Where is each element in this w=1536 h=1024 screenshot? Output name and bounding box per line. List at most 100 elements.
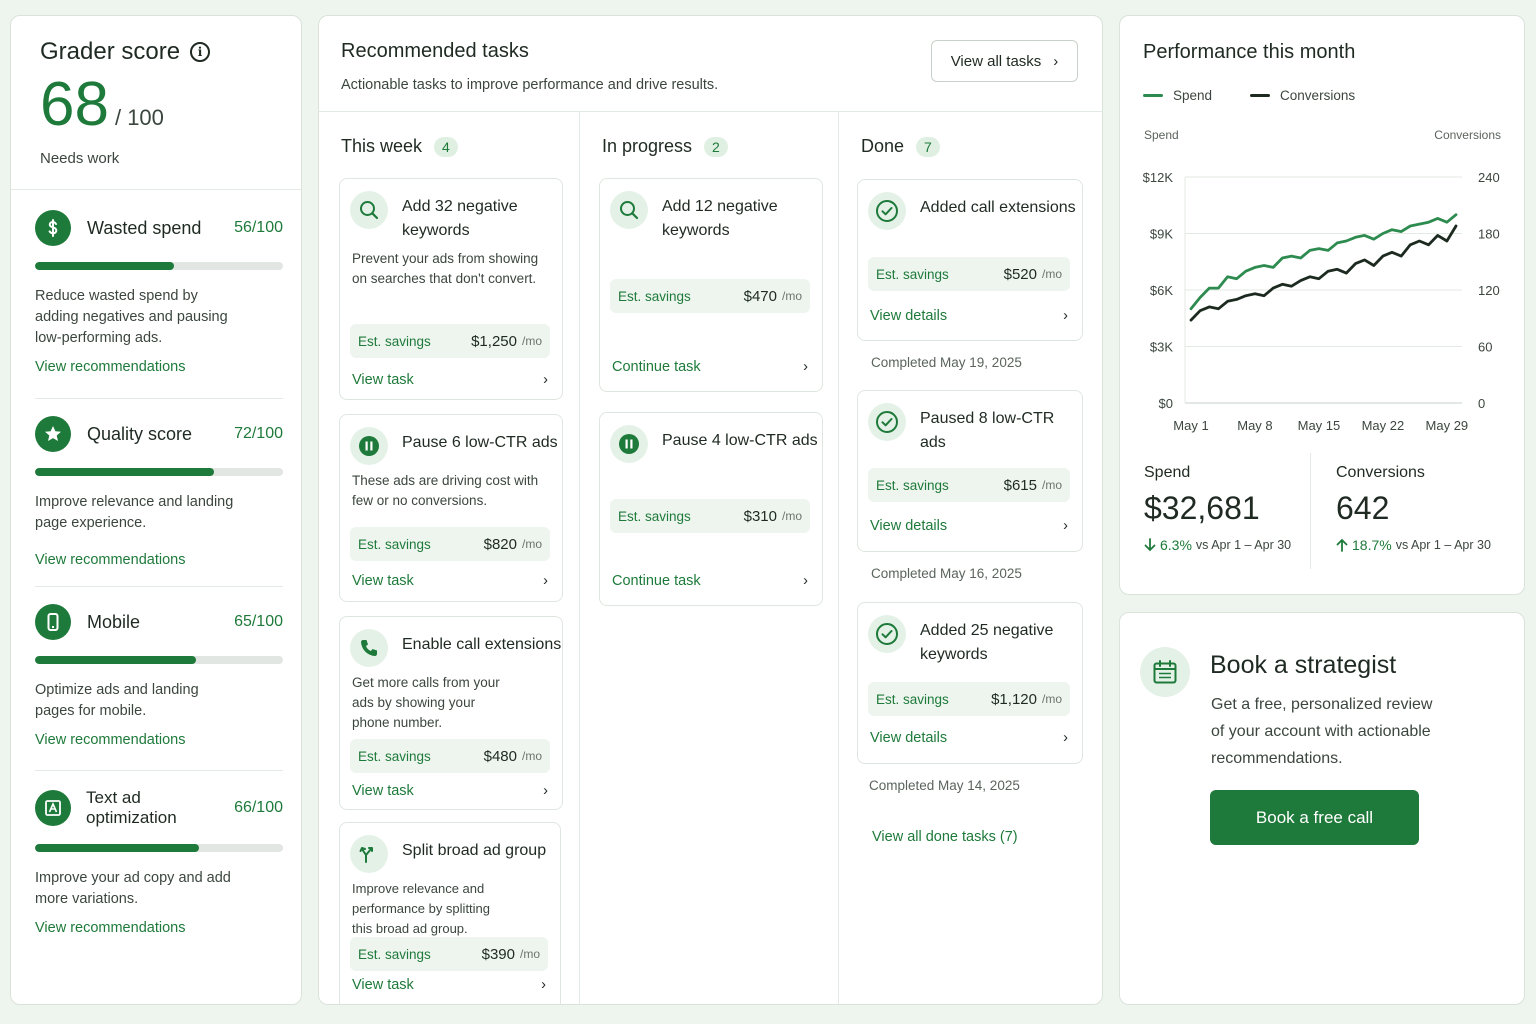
savings-unit: /mo <box>781 289 802 303</box>
chevron-right-icon: › <box>803 573 808 589</box>
task-title: Added call extensions <box>920 199 1076 216</box>
task-card[interactable]: Added 25 negative keywords Est. savings … <box>857 602 1083 764</box>
kpi-value: 642 <box>1336 490 1390 526</box>
x-tick-label: May 29 <box>1426 418 1469 433</box>
task-card[interactable]: Pause 6 low-CTR ads These ads are drivin… <box>339 414 563 602</box>
task-link-label: Continue task <box>612 573 701 589</box>
view-recommendations-link[interactable]: View recommendations <box>35 732 283 748</box>
chevron-right-icon: › <box>1063 308 1068 324</box>
task-card[interactable]: Pause 4 low-CTR ads Est. savings $310 /m… <box>599 412 823 606</box>
view-recommendations-link[interactable]: View recommendations <box>35 552 283 568</box>
metric-quality-score: Quality score 72/100 Improve relevance a… <box>35 416 283 568</box>
view-recommendations-link[interactable]: View recommendations <box>35 359 283 375</box>
y-right-tick-label: 240 <box>1478 170 1500 185</box>
task-title: Added 25 negative keywords <box>920 622 1054 663</box>
kpi-comparison: vs Apr 1 – Apr 30 <box>1395 538 1491 552</box>
metric-name: Wasted spend <box>87 217 202 238</box>
task-card[interactable]: Added call extensions Est. savings $520 … <box>857 179 1083 341</box>
grader-header: Grader score i 68 / 100 Needs work <box>11 16 301 190</box>
column-title: This week <box>341 136 423 156</box>
metric-score-value: 56 <box>234 219 252 236</box>
metric-score: 65/100 <box>234 613 283 631</box>
completed-date: Completed May 16, 2025 <box>871 566 1022 581</box>
view-task-link[interactable]: View task › <box>352 573 548 589</box>
grader-score: 68 / 100 <box>40 74 301 136</box>
y-left-tick-label: $9K <box>1150 227 1173 242</box>
task-title: Add 32 negative keywords <box>402 198 518 239</box>
task-card[interactable]: Add 12 negative keywords Est. savings $4… <box>599 178 823 392</box>
view-task-link[interactable]: View task › <box>352 977 546 993</box>
savings-label: Est. savings <box>358 333 431 349</box>
tasks-header: Recommended tasks Actionable tasks to im… <box>319 16 1102 112</box>
view-details-link[interactable]: View details › <box>870 308 1068 324</box>
savings-unit: /mo <box>521 537 542 551</box>
view-recommendations-link[interactable]: View recommendations <box>35 920 283 936</box>
completed-date: Completed May 14, 2025 <box>869 778 1020 793</box>
task-header: Split broad ad group <box>340 823 560 873</box>
task-title: Split broad ad group <box>402 842 547 859</box>
metric-progress-bar <box>35 262 283 270</box>
view-task-link[interactable]: View task › <box>352 783 548 799</box>
savings-value: $820 <box>483 535 517 553</box>
info-icon[interactable]: i <box>190 42 211 62</box>
view-details-link[interactable]: View details › <box>870 730 1068 746</box>
search-icon <box>610 191 648 229</box>
task-card[interactable]: Paused 8 low-CTR ads Est. savings $615 /… <box>857 390 1083 552</box>
column-header: In progress 2 <box>602 136 728 157</box>
column-in-progress: In progress 2 Add 12 negative keywords E… <box>579 112 838 1004</box>
savings-label: Est. savings <box>876 266 949 282</box>
task-card[interactable]: Add 32 negative keywords Prevent your ad… <box>339 178 563 400</box>
task-title: Enable call extensions <box>402 636 562 653</box>
calendar-icon <box>1140 647 1190 697</box>
divider <box>35 586 283 587</box>
metric-score-max: /100 <box>251 425 283 442</box>
savings-row: Est. savings $470 /mo <box>610 279 810 313</box>
column-header: Done 7 <box>861 136 940 157</box>
y-left-tick-label: $3K <box>1150 340 1173 355</box>
continue-task-link[interactable]: Continue task › <box>612 359 808 375</box>
chevron-right-icon: › <box>803 359 808 375</box>
dollar-icon <box>35 210 71 246</box>
column-count-badge: 7 <box>916 136 940 157</box>
column-header: This week 4 <box>341 136 458 157</box>
strategist-title: Book a strategist <box>1210 651 1397 679</box>
task-card[interactable]: Enable call extensions Get more calls fr… <box>339 616 563 810</box>
metric-name: Text ad optimization <box>86 788 177 827</box>
kpi-delta: 18.7% vs Apr 1 – Apr 30 <box>1336 537 1491 553</box>
continue-task-link[interactable]: Continue task › <box>612 573 808 589</box>
task-header: Pause 6 low-CTR ads <box>340 415 562 465</box>
savings-unit: /mo <box>1041 692 1062 706</box>
pause-icon <box>350 427 388 465</box>
task-header: Add 12 negative keywords <box>600 179 822 243</box>
kpi-delta-value: 18.7% <box>1352 537 1392 553</box>
metric-name: Mobile <box>87 611 141 632</box>
performance-card: Performance this month Spend Conversions… <box>1119 15 1525 595</box>
savings-unit: /mo <box>521 334 542 348</box>
view-details-link[interactable]: View details › <box>870 518 1068 534</box>
recommended-tasks-card: Recommended tasks Actionable tasks to im… <box>318 15 1103 1005</box>
savings-row: Est. savings $480 /mo <box>350 739 550 773</box>
column-this-week: This week 4 Add 32 negative keywords Pre… <box>319 112 579 1004</box>
pause-icon <box>610 425 648 463</box>
legend-swatch <box>1143 94 1163 97</box>
view-all-done-tasks-link[interactable]: View all done tasks (7) <box>872 829 1018 845</box>
grader-score-max: / 100 <box>114 105 164 130</box>
task-card[interactable]: Split broad ad group Improve relevance a… <box>339 822 561 1004</box>
y-right-tick-label: 0 <box>1478 396 1485 411</box>
check-circle-icon <box>868 403 906 441</box>
book-free-call-button[interactable]: Book a free call <box>1210 790 1419 845</box>
column-title: In progress <box>602 136 693 156</box>
kpi-label: Conversions <box>1336 464 1425 481</box>
view-all-tasks-button[interactable]: View all tasks › <box>931 40 1078 82</box>
metric-progress-bar <box>35 844 283 852</box>
view-task-link[interactable]: View task › <box>352 372 548 388</box>
savings-unit: /mo <box>521 749 542 763</box>
kpi-conversions: Conversions 642 18.7% vs Apr 1 – Apr 30 <box>1336 464 1491 553</box>
savings-value: $310 <box>743 507 777 525</box>
savings-value: $615 <box>1003 476 1037 494</box>
metric-progress-fill <box>35 844 199 852</box>
kpi-value: $32,681 <box>1144 490 1260 526</box>
metric-description: Improve relevance and landing page exper… <box>35 494 234 531</box>
kpi-delta: 6.3% vs Apr 1 – Apr 30 <box>1144 537 1291 553</box>
task-title: Add 12 negative keywords <box>662 198 778 239</box>
